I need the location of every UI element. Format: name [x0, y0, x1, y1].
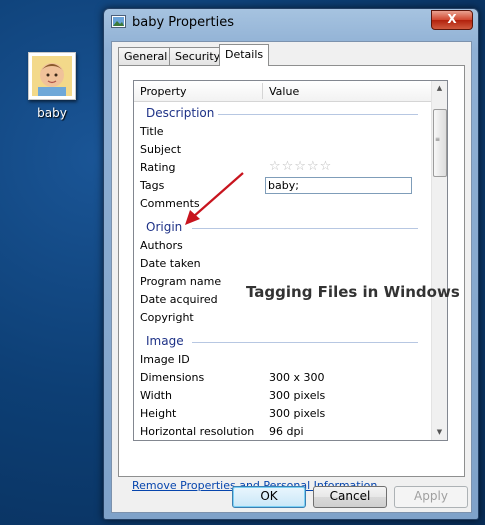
tab-security[interactable]: Security — [169, 47, 227, 65]
column-separator[interactable] — [262, 83, 263, 99]
scrollbar-thumb[interactable] — [433, 109, 447, 177]
column-property[interactable]: Property — [140, 85, 187, 98]
desktop-file-icon[interactable]: baby — [22, 52, 82, 120]
group-divider — [192, 342, 418, 343]
dialog-client-area: General Security Details Property Value … — [111, 41, 472, 513]
rating-stars[interactable]: ☆☆☆☆☆ — [269, 159, 332, 174]
details-tab-panel: Property Value Description Title Subject… — [118, 65, 465, 477]
value-height: 300 pixels — [269, 407, 326, 420]
property-width[interactable]: Width — [140, 389, 172, 402]
close-button[interactable]: X — [431, 10, 473, 30]
group-header-origin: Origin — [146, 220, 183, 234]
property-date-acquired[interactable]: Date acquired — [140, 293, 218, 306]
baby-photo-thumbnail — [28, 52, 76, 100]
overlay-caption: Tagging Files in Windows — [246, 283, 460, 301]
tab-details[interactable]: Details — [219, 44, 270, 66]
window-image-icon — [111, 15, 126, 31]
close-icon: X — [447, 12, 457, 26]
property-height[interactable]: Height — [140, 407, 176, 420]
group-divider — [218, 114, 418, 115]
property-subject[interactable]: Subject — [140, 143, 181, 156]
tags-input[interactable]: baby; — [265, 177, 412, 194]
ok-button[interactable]: OK — [232, 486, 306, 508]
property-image-id[interactable]: Image ID — [140, 353, 190, 366]
property-horizontal-resolution[interactable]: Horizontal resolution — [140, 425, 254, 438]
property-title[interactable]: Title — [140, 125, 164, 138]
property-tags[interactable]: Tags — [140, 179, 164, 192]
value-horizontal-resolution: 96 dpi — [269, 425, 304, 438]
cancel-button[interactable]: Cancel — [313, 486, 387, 508]
properties-window: baby Properties X General Security Detai… — [103, 8, 479, 520]
window-title: baby Properties — [132, 15, 234, 30]
property-list[interactable]: Property Value Description Title Subject… — [133, 80, 448, 441]
value-width: 300 pixels — [269, 389, 326, 402]
scrollbar-grip-icon: ≡ — [435, 136, 441, 143]
group-header-image: Image — [146, 334, 184, 348]
desktop-icon-label: baby — [37, 106, 67, 120]
scroll-up-arrow-icon[interactable]: ▲ — [433, 81, 446, 96]
group-header-description: Description — [146, 106, 215, 120]
list-column-header: Property Value — [134, 81, 432, 102]
column-value[interactable]: Value — [269, 85, 299, 98]
tab-general[interactable]: General — [118, 47, 174, 65]
vertical-scrollbar[interactable]: ▲ ≡ ▼ — [431, 81, 447, 440]
property-dimensions[interactable]: Dimensions — [140, 371, 204, 384]
red-arrow-icon — [185, 172, 244, 225]
property-program-name[interactable]: Program name — [140, 275, 221, 288]
value-dimensions: 300 x 300 — [269, 371, 325, 384]
property-rating[interactable]: Rating — [140, 161, 175, 174]
scroll-down-arrow-icon[interactable]: ▼ — [433, 425, 446, 440]
property-date-taken[interactable]: Date taken — [140, 257, 201, 270]
property-copyright[interactable]: Copyright — [140, 311, 194, 324]
property-authors[interactable]: Authors — [140, 239, 183, 252]
apply-button[interactable]: Apply — [394, 486, 468, 508]
